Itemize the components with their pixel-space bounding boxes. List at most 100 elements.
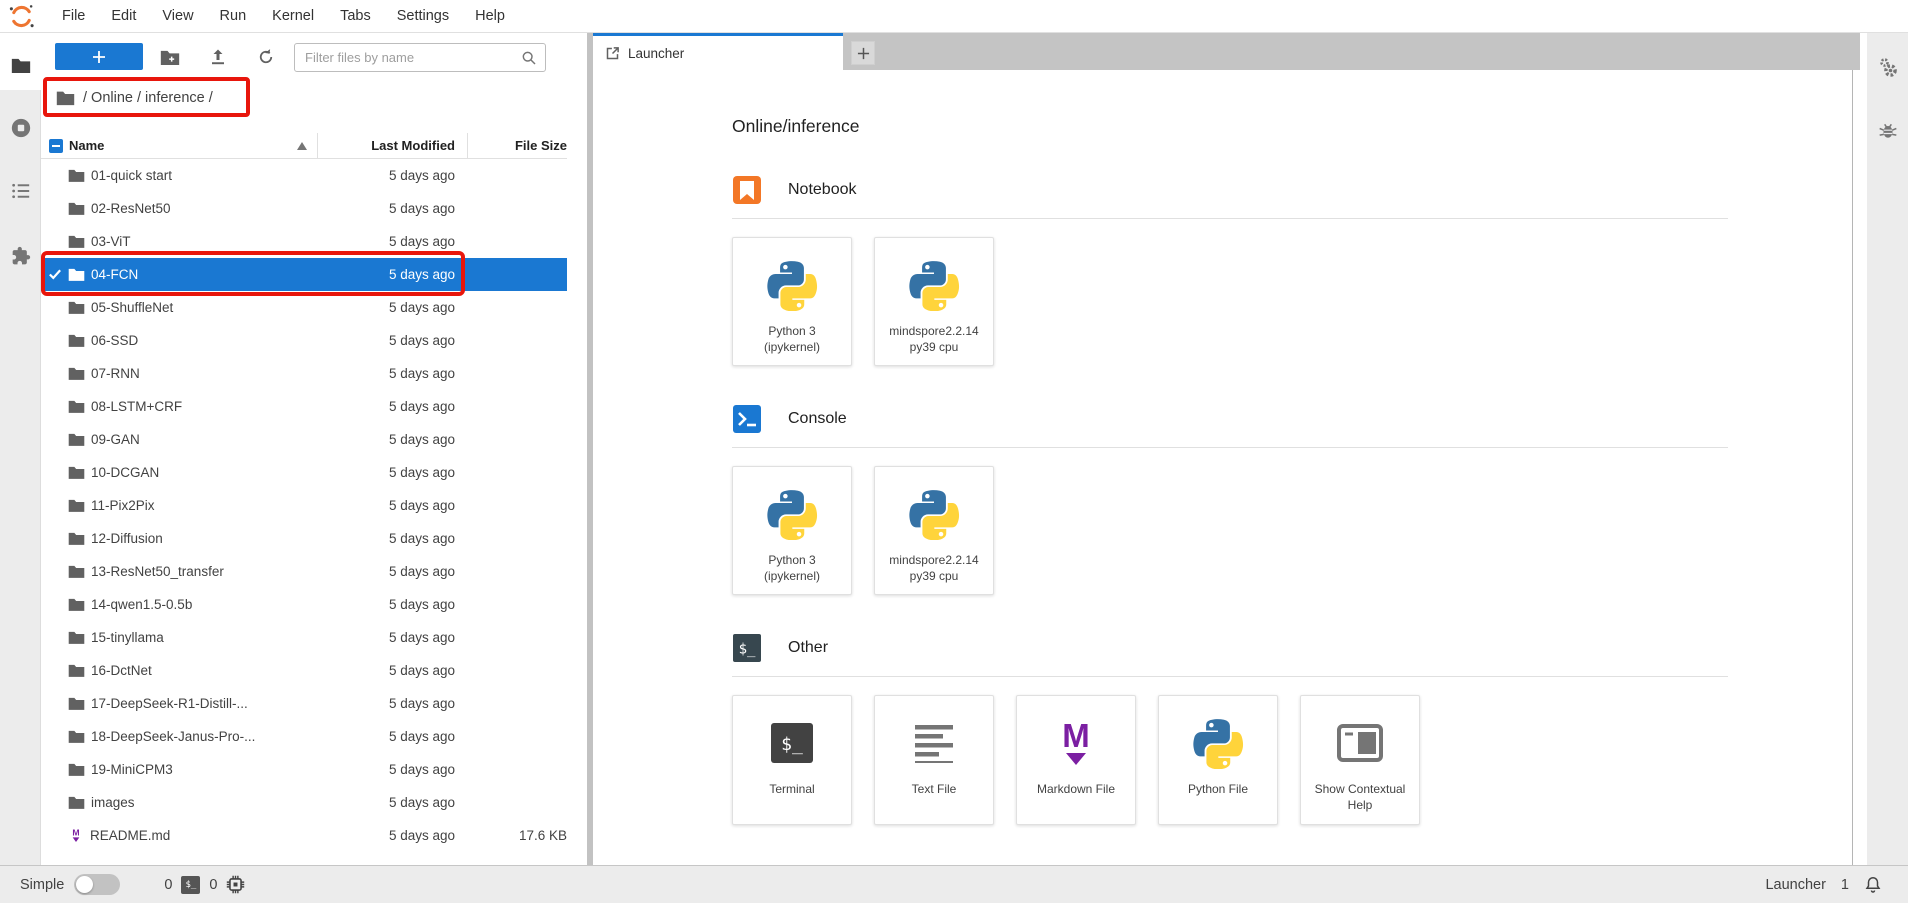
launcher-card[interactable]: Python File (1158, 695, 1278, 824)
launcher-card[interactable]: $_Terminal (732, 695, 852, 824)
console-section-icon (732, 404, 762, 434)
file-modified: 5 days ago (317, 762, 467, 777)
table-row[interactable]: 05-ShuffleNet5 days ago (41, 291, 567, 324)
breadcrumb-path[interactable]: / Online / inference / (83, 90, 213, 106)
table-row[interactable]: 14-qwen1.5-0.5b5 days ago (41, 588, 567, 621)
select-all-checkbox[interactable] (49, 139, 63, 153)
debugger-bug-icon[interactable] (1867, 111, 1908, 151)
table-row[interactable]: 18-DeepSeek-Janus-Pro-...5 days ago (41, 720, 567, 753)
menu-item-help[interactable]: Help (462, 2, 518, 30)
python-icon (908, 254, 960, 316)
launcher-card[interactable]: MMarkdown File (1016, 695, 1136, 824)
file-name: 16-DctNet (91, 663, 317, 678)
terminal-icon: $_ (181, 876, 200, 894)
section-header: Console (732, 404, 1728, 434)
table-row[interactable]: 01-quick start5 days ago (41, 159, 567, 192)
simple-mode-toggle[interactable] (74, 874, 120, 895)
menu-item-run[interactable]: Run (207, 2, 260, 30)
table-row[interactable]: 11-Pix2Pix5 days ago (41, 489, 567, 522)
launcher-card[interactable]: Python 3 (ipykernel) (732, 237, 852, 366)
card-label: Python 3 (ipykernel) (739, 553, 845, 584)
column-header-size[interactable]: File Size (467, 133, 567, 158)
file-size: 17.6 KB (467, 828, 567, 843)
launcher-section-other: $_Other$_TerminalText FileMMarkdown File… (732, 633, 1728, 824)
launcher-card[interactable]: mindspore2.2.14 py39 cpu (874, 466, 994, 595)
file-modified: 5 days ago (317, 366, 467, 381)
launcher-card[interactable]: Show Contextual Help (1300, 695, 1420, 824)
file-modified: 5 days ago (317, 564, 467, 579)
column-header-name[interactable]: Name (69, 138, 317, 153)
menu-item-tabs[interactable]: Tabs (327, 2, 384, 30)
file-browser-icon[interactable] (0, 45, 41, 85)
table-row[interactable]: 16-DctNet5 days ago (41, 654, 567, 687)
table-row[interactable]: 08-LSTM+CRF5 days ago (41, 390, 567, 423)
table-row[interactable]: 19-MiniCPM35 days ago (41, 753, 567, 786)
upload-icon[interactable] (205, 44, 231, 70)
right-activity-bar (1867, 33, 1908, 865)
table-row[interactable]: 09-GAN5 days ago (41, 423, 567, 456)
table-row[interactable]: 17-DeepSeek-R1-Distill-...5 days ago (41, 687, 567, 720)
table-row[interactable]: 13-ResNet50_transfer5 days ago (41, 555, 567, 588)
markdown-file-icon: M (68, 827, 84, 845)
table-row[interactable]: 02-ResNet505 days ago (41, 192, 567, 225)
section-label: Notebook (788, 181, 857, 199)
table-row[interactable]: 03-ViT5 days ago (41, 225, 567, 258)
launcher-card[interactable]: Text File (874, 695, 994, 824)
table-row[interactable]: 04-FCN5 days ago (41, 258, 567, 291)
terminal-count: 0 (164, 877, 172, 893)
folder-icon (68, 267, 85, 282)
new-launcher-button[interactable] (55, 43, 143, 70)
new-folder-icon[interactable] (157, 44, 183, 70)
folder-icon (68, 696, 85, 711)
file-name: 05-ShuffleNet (91, 300, 317, 315)
menu-item-file[interactable]: File (49, 2, 98, 30)
launcher-card[interactable]: mindspore2.2.14 py39 cpu (874, 237, 994, 366)
column-header-modified[interactable]: Last Modified (317, 133, 467, 158)
folder-icon (68, 333, 85, 348)
card-label: mindspore2.2.14 py39 cpu (881, 553, 987, 584)
property-inspector-icon[interactable] (1867, 48, 1908, 88)
folder-icon (68, 432, 85, 447)
tab-launcher[interactable]: Launcher (593, 33, 843, 70)
table-row[interactable]: 15-tinyllama5 days ago (41, 621, 567, 654)
folder-icon (68, 465, 85, 480)
new-tab-button[interactable] (851, 41, 875, 65)
running-sessions-icon[interactable] (0, 108, 41, 148)
extension-manager-icon[interactable] (0, 236, 41, 276)
table-of-contents-icon[interactable] (0, 171, 41, 211)
menu-item-kernel[interactable]: Kernel (259, 2, 327, 30)
breadcrumb[interactable]: / Online / inference / (41, 81, 213, 115)
folder-icon (68, 663, 85, 678)
menu-item-edit[interactable]: Edit (98, 2, 149, 30)
folder-icon (68, 531, 85, 546)
file-name: 10-DCGAN (91, 465, 317, 480)
notification-count: 1 (1841, 877, 1849, 893)
menu-item-settings[interactable]: Settings (384, 2, 462, 30)
table-row[interactable]: 12-Diffusion5 days ago (41, 522, 567, 555)
file-name: 09-GAN (91, 432, 317, 447)
file-name: 03-ViT (91, 234, 317, 249)
refresh-icon[interactable] (253, 44, 279, 70)
launcher-section-notebook: Notebook Python 3 (ipykernel) mindspore2… (732, 175, 1728, 366)
svg-text:$_: $_ (739, 642, 756, 658)
file-name: 18-DeepSeek-Janus-Pro-... (91, 729, 317, 744)
file-modified: 5 days ago (317, 399, 467, 414)
table-row[interactable]: 06-SSD5 days ago (41, 324, 567, 357)
file-modified: 5 days ago (317, 663, 467, 678)
notebook-section-icon (732, 175, 762, 205)
table-row[interactable]: 07-RNN5 days ago (41, 357, 567, 390)
table-row[interactable]: MREADME.md5 days ago17.6 KB (41, 819, 567, 852)
bell-icon[interactable] (1864, 875, 1882, 894)
launcher-card[interactable]: Python 3 (ipykernel) (732, 466, 852, 595)
current-activity-label[interactable]: Launcher (1765, 877, 1825, 893)
file-list-header: Name Last Modified File Size (41, 133, 567, 159)
table-row[interactable]: 10-DCGAN5 days ago (41, 456, 567, 489)
file-name: images (91, 795, 317, 810)
filter-files-input[interactable] (295, 50, 521, 65)
file-modified: 5 days ago (317, 696, 467, 711)
table-row[interactable]: images5 days ago (41, 786, 567, 819)
folder-icon (68, 366, 85, 381)
kernel-status[interactable]: 0 $_ 0 (164, 875, 245, 894)
menu-item-view[interactable]: View (149, 2, 206, 30)
file-name: 12-Diffusion (91, 531, 317, 546)
